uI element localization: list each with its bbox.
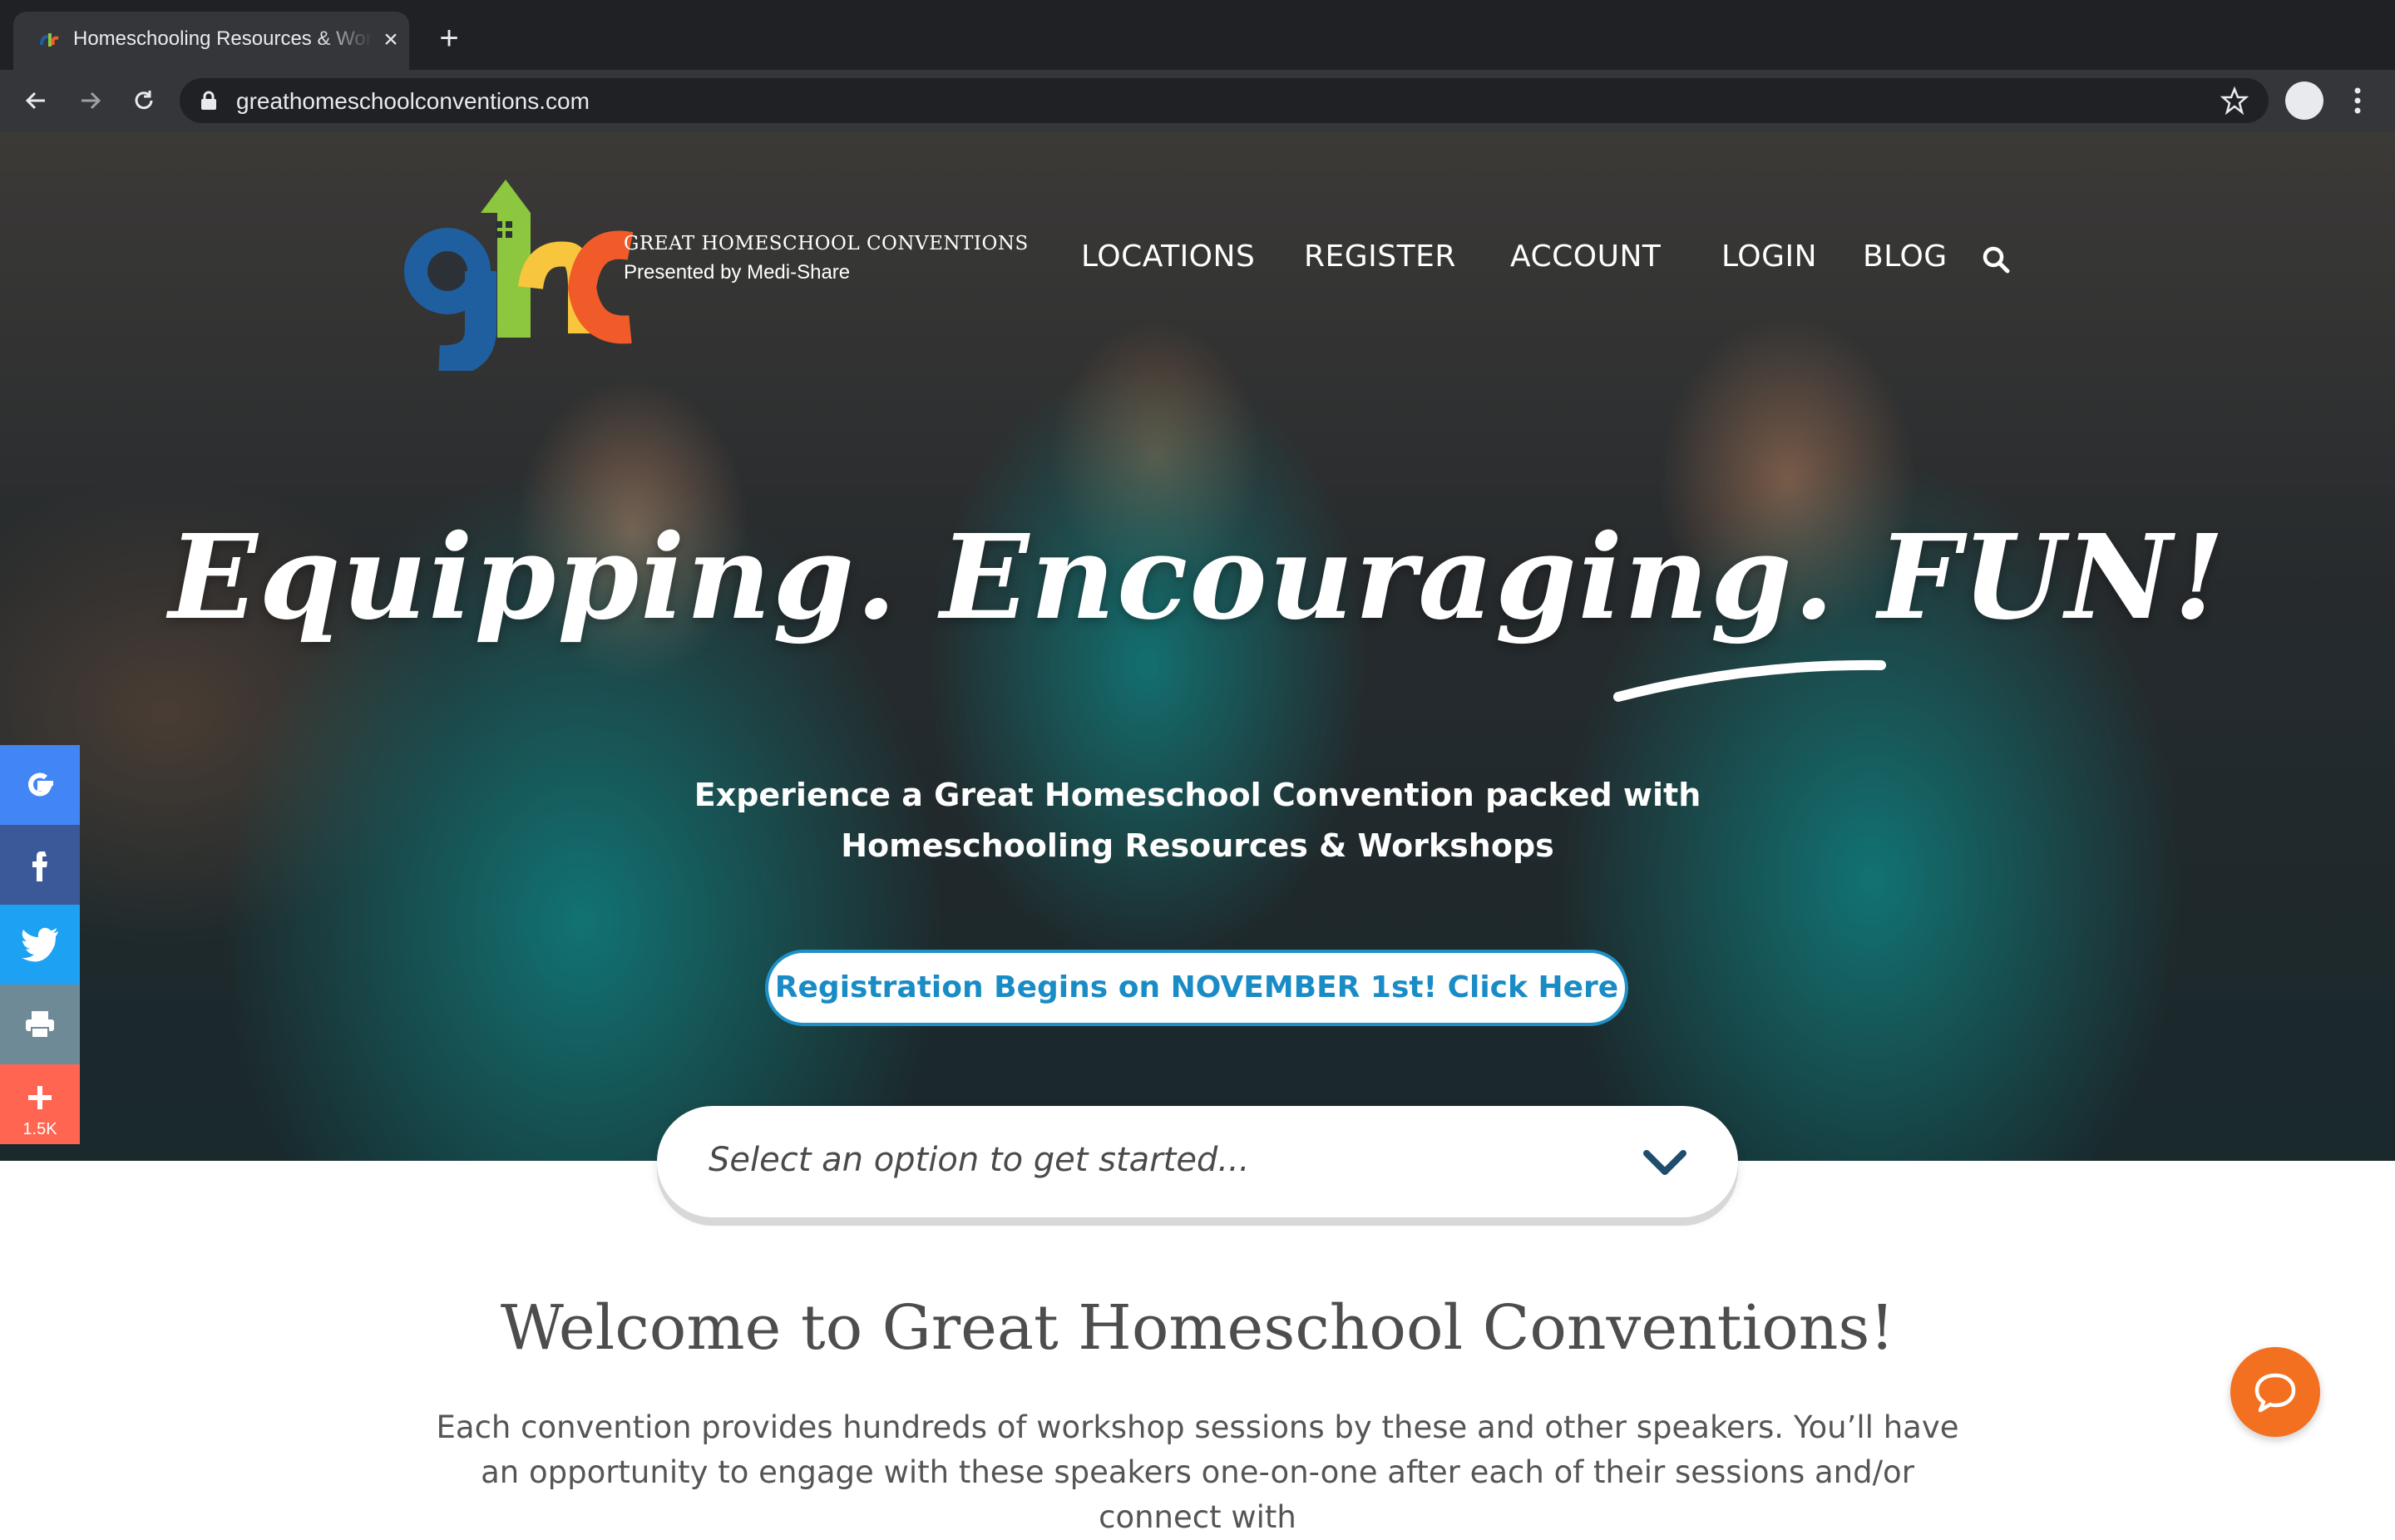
hero-subtitle: Experience a Great Homeschool Convention… (0, 770, 2395, 871)
social-share-bar: 1.5K (0, 745, 80, 1144)
url-text: greathomeschoolconventions.com (236, 88, 590, 114)
browser-toolbar: greathomeschoolconventions.com (0, 70, 2395, 131)
back-arrow-icon[interactable] (17, 81, 55, 120)
google-icon (27, 772, 53, 797)
twitter-icon (22, 927, 58, 962)
share-print-button[interactable] (0, 985, 80, 1064)
new-tab-icon[interactable]: + (432, 22, 466, 55)
logo-text: GREAT HOMESCHOOL CONVENTIONS Presented b… (624, 233, 1029, 284)
plus-icon (28, 1086, 52, 1109)
hero-tagline: Equipping. Encouraging. FUN! (168, 510, 2227, 646)
facebook-icon (32, 851, 47, 881)
site-favicon-icon (40, 33, 59, 47)
share-count: 1.5K (22, 1120, 57, 1138)
hero-subtitle-line-1: Experience a Great Homeschool Convention… (694, 777, 1701, 813)
intro-paragraph: Each convention provides hundreds of wor… (436, 1409, 1959, 1535)
share-facebook-button[interactable] (0, 825, 80, 905)
nav-locations[interactable]: LOCATIONS (1081, 239, 1255, 274)
browser-menu-icon[interactable] (2345, 81, 2370, 120)
nav-account[interactable]: ACCOUNT (1510, 239, 1661, 274)
tab-title: Homeschooling Resources & Workshops (73, 27, 373, 50)
chat-bubble-icon (2254, 1373, 2296, 1413)
share-more-button[interactable]: 1.5K (0, 1064, 80, 1144)
print-icon (26, 1011, 54, 1039)
browser-tab-strip: Homeschooling Resources & Workshops × + (0, 0, 2395, 70)
select-placeholder: Select an option to get started... (709, 1141, 1250, 1179)
forward-arrow-icon[interactable] (72, 81, 110, 120)
share-google-button[interactable] (0, 745, 80, 825)
lock-icon (201, 91, 216, 110)
close-tab-icon[interactable]: × (378, 27, 404, 53)
chat-widget-button[interactable] (2230, 1347, 2320, 1437)
page-heading: Welcome to Great Homeschool Conventions! (500, 1292, 1895, 1364)
ghc-logo[interactable] (389, 163, 639, 371)
profile-avatar[interactable] (2285, 81, 2323, 120)
nav-blog[interactable]: BLOG (1863, 239, 1948, 274)
address-bar[interactable]: greathomeschoolconventions.com (180, 78, 2269, 123)
tagline-underline-swoosh (1613, 659, 1886, 702)
browser-tab[interactable]: Homeschooling Resources & Workshops × (13, 12, 409, 70)
hero-banner: GREAT HOMESCHOOL CONVENTIONS Presented b… (0, 131, 2395, 1161)
hero-subtitle-line-2: Homeschooling Resources & Workshops (841, 827, 1554, 864)
logo-subtitle: Presented by Medi-Share (624, 261, 851, 284)
nav-register[interactable]: REGISTER (1304, 239, 1456, 274)
search-icon[interactable] (1981, 244, 2011, 274)
nav-login[interactable]: LOGIN (1721, 239, 1817, 274)
share-twitter-button[interactable] (0, 905, 80, 985)
reload-icon[interactable] (125, 81, 163, 120)
get-started-select[interactable]: Select an option to get started... (657, 1106, 1738, 1217)
bookmark-star-icon[interactable] (2220, 86, 2249, 115)
registration-cta-button[interactable]: Registration Begins on NOVEMBER 1st! Cli… (765, 950, 1628, 1026)
logo-title: GREAT HOMESCHOOL CONVENTIONS (624, 233, 1029, 254)
chevron-down-icon (1643, 1150, 1686, 1175)
